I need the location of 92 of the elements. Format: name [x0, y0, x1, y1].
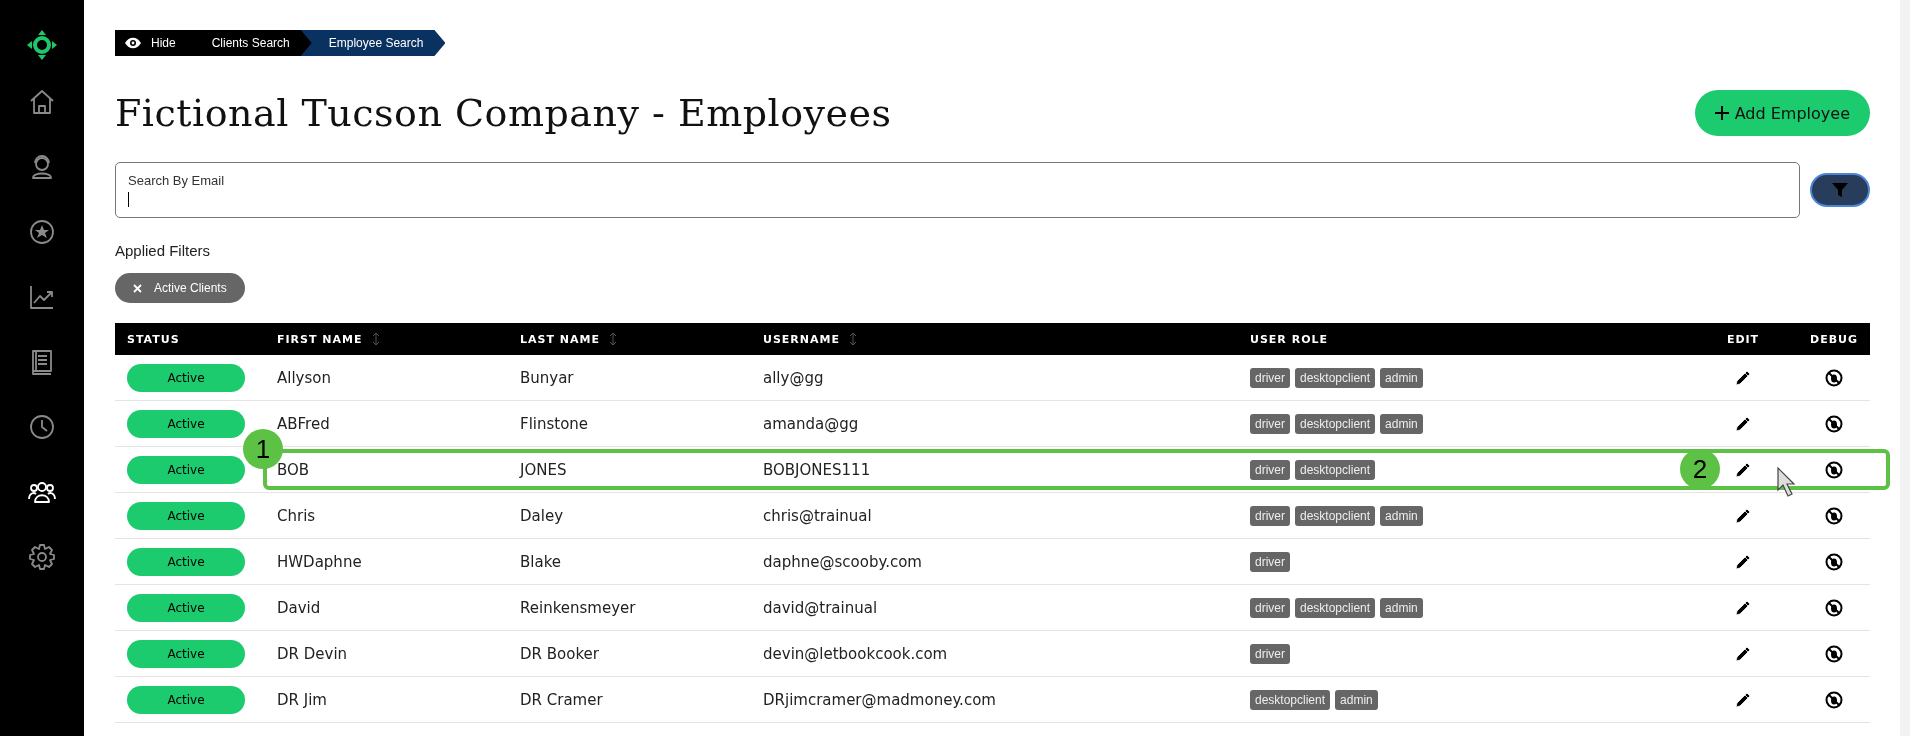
table-cell: Daley — [520, 506, 563, 525]
role-tag: desktopclient — [1250, 689, 1331, 710]
role-tag: driver — [1250, 643, 1290, 664]
role-tag: driver — [1250, 551, 1290, 572]
breadcrumb-link[interactable]: Clients Search — [197, 30, 312, 56]
sort-icon[interactable] — [609, 333, 616, 345]
table-cell: Allyson — [277, 368, 331, 387]
sort-icon[interactable] — [850, 333, 857, 345]
status-badge: Active — [127, 593, 245, 622]
table-cell: Chris — [277, 506, 316, 525]
home-icon[interactable] — [28, 88, 56, 116]
status-badge: Active — [127, 547, 245, 576]
column-header[interactable]: FIRST NAME — [277, 332, 379, 346]
column-header[interactable]: LAST NAME — [520, 332, 616, 346]
table-cell: amanda@gg — [763, 414, 859, 433]
edit-icon[interactable] — [1734, 552, 1752, 571]
role-tag: desktopclient — [1295, 597, 1376, 618]
filter-icon — [1832, 182, 1848, 198]
role-tag: driver — [1250, 413, 1290, 434]
table-cell: ally@gg — [763, 368, 824, 387]
table-cell: Flinstone — [520, 414, 589, 433]
plus-icon — [1714, 106, 1729, 120]
table-cell: DR Booker — [520, 644, 599, 663]
debug-off-icon[interactable] — [1825, 506, 1843, 525]
role-tag: admin — [1380, 367, 1423, 388]
page-title: Fictional Tucson Company - Employees — [115, 91, 892, 135]
role-tag: desktopclient — [1295, 367, 1376, 388]
table-cell: david@trainual — [763, 598, 878, 617]
clock-icon[interactable] — [28, 413, 56, 441]
column-header: USER ROLE — [1250, 332, 1328, 346]
column-header[interactable]: USERNAME — [763, 332, 857, 346]
edit-icon[interactable] — [1734, 368, 1752, 387]
table-cell: David — [277, 598, 321, 617]
status-badge: Active — [127, 363, 245, 392]
debug-off-icon[interactable] — [1825, 414, 1843, 433]
role-tag: admin — [1335, 689, 1378, 710]
edit-icon[interactable] — [1734, 506, 1752, 525]
role-tag: driver — [1250, 597, 1290, 618]
settings-icon[interactable] — [28, 543, 56, 571]
status-badge: Active — [127, 501, 245, 530]
debug-off-icon[interactable] — [1825, 552, 1843, 571]
status-badge: Active — [127, 639, 245, 668]
edit-icon[interactable] — [1734, 460, 1752, 479]
table-cell: Reinkensmeyer — [520, 598, 636, 617]
breadcrumb-link[interactable]: Employee Search — [300, 30, 446, 56]
table-cell: Bunyar — [520, 368, 574, 387]
role-tag: driver — [1250, 459, 1290, 480]
column-header: DEBUG — [1810, 332, 1858, 346]
close-icon[interactable] — [133, 283, 142, 293]
table-cell: DRjimcramer@madmoney.com — [763, 690, 996, 709]
add-employee-button[interactable]: Add Employee — [1694, 90, 1870, 136]
edit-icon[interactable] — [1734, 690, 1752, 709]
role-tag: admin — [1380, 505, 1423, 526]
status-badge: Active — [127, 685, 245, 714]
table-cell: Blake — [520, 552, 562, 571]
status-badge: Active — [127, 409, 245, 438]
logo-icon — [27, 30, 57, 60]
chart-icon[interactable] — [28, 283, 56, 311]
table-cell: devin@letbookcook.com — [763, 644, 948, 663]
table-cell: JONES — [520, 460, 567, 479]
edit-icon[interactable] — [1734, 414, 1752, 433]
applied-filters-heading: Applied Filters — [115, 242, 212, 259]
table-cell: HWDaphne — [277, 552, 362, 571]
role-tag: admin — [1380, 597, 1423, 618]
edit-icon[interactable] — [1734, 598, 1752, 617]
role-tag: desktopclient — [1295, 459, 1376, 480]
edit-icon[interactable] — [1734, 644, 1752, 663]
column-header: STATUS — [127, 332, 180, 346]
table-cell: DR Jim — [277, 690, 327, 709]
debug-off-icon[interactable] — [1825, 368, 1843, 387]
filter-button[interactable] — [1810, 173, 1870, 207]
debug-off-icon[interactable] — [1825, 460, 1843, 479]
filter-chip[interactable]: Active Clients — [115, 273, 245, 303]
table-cell: BOBJONES111 — [763, 460, 871, 479]
role-tag: driver — [1250, 505, 1290, 526]
debug-off-icon[interactable] — [1825, 690, 1843, 709]
column-header: EDIT — [1726, 332, 1760, 346]
table-cell: chris@trainual — [763, 506, 872, 525]
role-tag: desktopclient — [1295, 413, 1376, 434]
table-cell: daphne@scooby.com — [763, 552, 922, 571]
sort-icon[interactable] — [372, 333, 379, 345]
hide-button[interactable]: Hide — [115, 30, 198, 56]
debug-off-icon[interactable] — [1825, 644, 1843, 663]
table-cell: DR Cramer — [520, 690, 603, 709]
role-tag: desktopclient — [1295, 505, 1376, 526]
eye-icon — [125, 37, 141, 49]
status-badge: Active — [127, 455, 245, 484]
role-tag: admin — [1380, 413, 1423, 434]
role-tag: driver — [1250, 367, 1290, 388]
debug-off-icon[interactable] — [1825, 598, 1843, 617]
search-field[interactable]: Search By Email — [115, 162, 1800, 218]
table-cell: DR Devin — [277, 644, 348, 663]
